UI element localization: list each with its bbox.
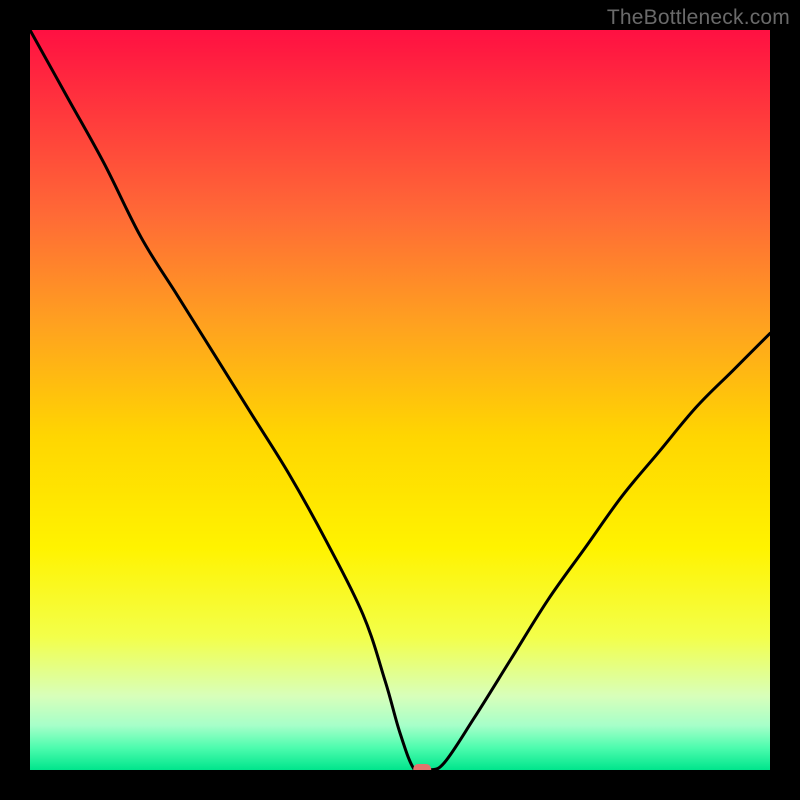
plot-area <box>30 30 770 770</box>
watermark-text: TheBottleneck.com <box>607 6 790 30</box>
chart-frame: TheBottleneck.com <box>0 0 800 800</box>
bottleneck-chart <box>30 30 770 770</box>
gradient-background <box>30 30 770 770</box>
optimal-marker <box>413 764 431 770</box>
